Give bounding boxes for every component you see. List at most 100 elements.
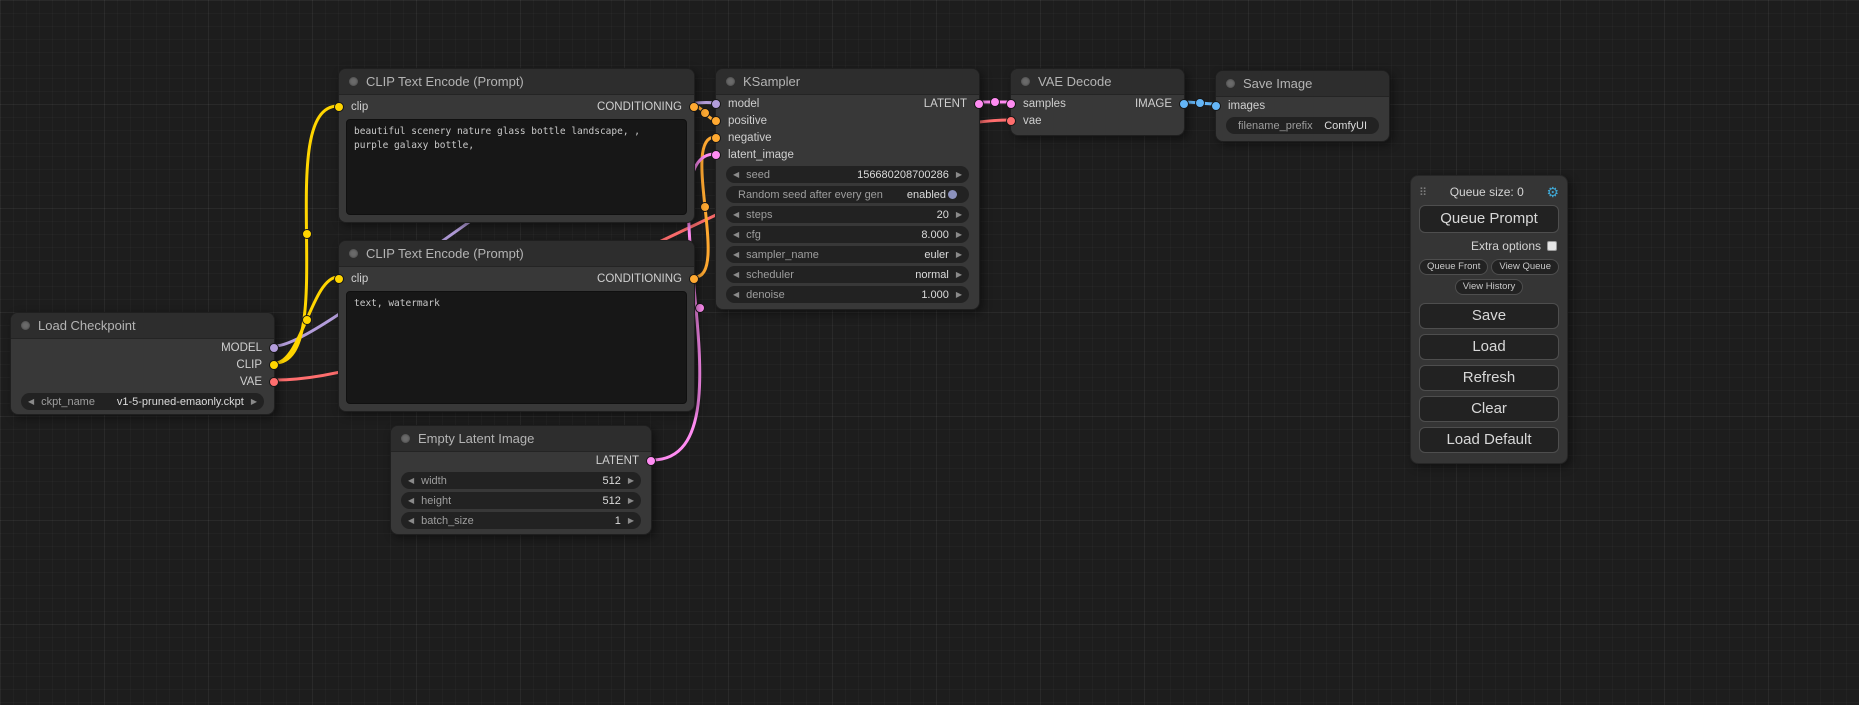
load-button[interactable]: Load bbox=[1419, 334, 1559, 360]
save-button[interactable]: Save bbox=[1419, 303, 1559, 329]
widget-label: batch_size bbox=[421, 515, 474, 527]
decrement-arrow-icon[interactable]: ◀ bbox=[733, 231, 739, 239]
widget-filename-prefix[interactable]: filename_prefix ComfyUI bbox=[1226, 117, 1379, 134]
widget-cfg[interactable]: ◀ cfg 8.000 ▶ bbox=[726, 226, 969, 243]
output-port-model[interactable] bbox=[269, 343, 279, 353]
decrement-arrow-icon[interactable]: ◀ bbox=[28, 398, 34, 406]
output-port-latent[interactable] bbox=[646, 456, 656, 466]
input-port-clip[interactable] bbox=[334, 274, 344, 284]
prompt-text-area[interactable]: beautiful scenery nature glass bottle la… bbox=[346, 119, 687, 215]
node-titlebar[interactable]: CLIP Text Encode (Prompt) bbox=[339, 69, 694, 95]
increment-arrow-icon[interactable]: ▶ bbox=[956, 211, 962, 219]
widget-scheduler[interactable]: ◀ scheduler normal ▶ bbox=[726, 266, 969, 283]
view-history-button[interactable]: View History bbox=[1455, 279, 1524, 295]
node-graph-canvas[interactable]: Load Checkpoint MODEL CLIP VAE ◀ ckpt_na… bbox=[0, 0, 1859, 705]
widget-value: 156680208700286 bbox=[857, 169, 949, 181]
slot-label: MODEL bbox=[221, 342, 262, 354]
decrement-arrow-icon[interactable]: ◀ bbox=[408, 497, 414, 505]
queue-prompt-button[interactable]: Queue Prompt bbox=[1419, 205, 1559, 233]
node-titlebar[interactable]: Load Checkpoint bbox=[11, 313, 274, 339]
decrement-arrow-icon[interactable]: ◀ bbox=[733, 291, 739, 299]
input-port-clip[interactable] bbox=[334, 102, 344, 112]
node-save-image[interactable]: Save Image images filename_prefix ComfyU… bbox=[1215, 70, 1390, 142]
input-port-latent-image[interactable] bbox=[711, 150, 721, 160]
widget-label: seed bbox=[746, 169, 770, 181]
queue-size-label: Queue size: bbox=[1450, 185, 1514, 199]
decrement-arrow-icon[interactable]: ◀ bbox=[733, 251, 739, 259]
node-title: VAE Decode bbox=[1038, 74, 1111, 89]
input-port-samples[interactable] bbox=[1006, 99, 1016, 109]
extra-options-checkbox[interactable] bbox=[1547, 241, 1557, 251]
widget-width[interactable]: ◀ width 512 ▶ bbox=[401, 472, 641, 489]
settings-gear-icon[interactable]: ⚙ bbox=[1546, 185, 1559, 199]
increment-arrow-icon[interactable]: ▶ bbox=[628, 497, 634, 505]
node-status-dot bbox=[21, 321, 30, 330]
widget-label: denoise bbox=[746, 289, 785, 301]
node-clip-text-encode-negative[interactable]: CLIP Text Encode (Prompt) clip CONDITION… bbox=[338, 240, 695, 412]
widget-value: normal bbox=[915, 269, 949, 281]
widget-ckpt-name[interactable]: ◀ ckpt_name v1-5-pruned-emaonly.ckpt ▶ bbox=[21, 393, 264, 410]
output-port-image[interactable] bbox=[1179, 99, 1189, 109]
widget-label: Random seed after every gen bbox=[738, 189, 883, 201]
widget-batch-size[interactable]: ◀ batch_size 1 ▶ bbox=[401, 512, 641, 529]
output-port-latent[interactable] bbox=[974, 99, 984, 109]
output-port-conditioning[interactable] bbox=[689, 102, 699, 112]
widget-seed[interactable]: ◀ seed 156680208700286 ▶ bbox=[726, 166, 969, 183]
node-ksampler[interactable]: KSampler model LATENT positive negative … bbox=[715, 68, 980, 310]
widget-value: 1 bbox=[615, 515, 621, 527]
node-clip-text-encode-positive[interactable]: CLIP Text Encode (Prompt) clip CONDITION… bbox=[338, 68, 695, 223]
widget-control-after-generate[interactable]: Random seed after every gen enabled bbox=[726, 186, 969, 203]
increment-arrow-icon[interactable]: ▶ bbox=[628, 517, 634, 525]
increment-arrow-icon[interactable]: ▶ bbox=[628, 477, 634, 485]
increment-arrow-icon[interactable]: ▶ bbox=[956, 271, 962, 279]
load-default-button[interactable]: Load Default bbox=[1419, 427, 1559, 453]
widget-sampler-name[interactable]: ◀ sampler_name euler ▶ bbox=[726, 246, 969, 263]
node-titlebar[interactable]: Empty Latent Image bbox=[391, 426, 651, 452]
input-port-vae[interactable] bbox=[1006, 116, 1016, 126]
node-title: CLIP Text Encode (Prompt) bbox=[366, 246, 524, 261]
output-port-vae[interactable] bbox=[269, 377, 279, 387]
widget-height[interactable]: ◀ height 512 ▶ bbox=[401, 492, 641, 509]
link-dot-clip-negative bbox=[303, 316, 312, 325]
decrement-arrow-icon[interactable]: ◀ bbox=[733, 211, 739, 219]
node-titlebar[interactable]: VAE Decode bbox=[1011, 69, 1184, 95]
extra-options-label: Extra options bbox=[1471, 239, 1541, 253]
node-titlebar[interactable]: KSampler bbox=[716, 69, 979, 95]
prompt-text-area[interactable]: text, watermark bbox=[346, 291, 687, 404]
node-empty-latent-image[interactable]: Empty Latent Image LATENT ◀ width 512 ▶ … bbox=[390, 425, 652, 535]
widget-steps[interactable]: ◀ steps 20 ▶ bbox=[726, 206, 969, 223]
node-titlebar[interactable]: Save Image bbox=[1216, 71, 1389, 97]
clear-button[interactable]: Clear bbox=[1419, 396, 1559, 422]
node-vae-decode[interactable]: VAE Decode samples IMAGE vae bbox=[1010, 68, 1185, 136]
decrement-arrow-icon[interactable]: ◀ bbox=[733, 171, 739, 179]
decrement-arrow-icon[interactable]: ◀ bbox=[408, 517, 414, 525]
drag-handle-icon[interactable]: ⠿ bbox=[1419, 186, 1427, 199]
node-status-dot bbox=[726, 77, 735, 86]
node-status-dot bbox=[401, 434, 410, 443]
increment-arrow-icon[interactable]: ▶ bbox=[956, 251, 962, 259]
queue-actions-row: Queue Front View Queue bbox=[1419, 259, 1559, 275]
increment-arrow-icon[interactable]: ▶ bbox=[251, 398, 257, 406]
output-port-conditioning[interactable] bbox=[689, 274, 699, 284]
input-port-model[interactable] bbox=[711, 99, 721, 109]
node-title: KSampler bbox=[743, 74, 800, 89]
slot-label: VAE bbox=[240, 376, 262, 388]
refresh-button[interactable]: Refresh bbox=[1419, 365, 1559, 391]
view-queue-button[interactable]: View Queue bbox=[1491, 259, 1559, 275]
input-port-negative[interactable] bbox=[711, 133, 721, 143]
decrement-arrow-icon[interactable]: ◀ bbox=[408, 477, 414, 485]
node-load-checkpoint[interactable]: Load Checkpoint MODEL CLIP VAE ◀ ckpt_na… bbox=[10, 312, 275, 415]
input-port-images[interactable] bbox=[1211, 101, 1221, 111]
toggle-dot-icon[interactable] bbox=[948, 190, 957, 199]
widget-denoise[interactable]: ◀ denoise 1.000 ▶ bbox=[726, 286, 969, 303]
increment-arrow-icon[interactable]: ▶ bbox=[956, 171, 962, 179]
node-status-dot bbox=[1021, 77, 1030, 86]
increment-arrow-icon[interactable]: ▶ bbox=[956, 291, 962, 299]
queue-front-button[interactable]: Queue Front bbox=[1419, 259, 1488, 275]
node-titlebar[interactable]: CLIP Text Encode (Prompt) bbox=[339, 241, 694, 267]
increment-arrow-icon[interactable]: ▶ bbox=[956, 231, 962, 239]
output-port-clip[interactable] bbox=[269, 360, 279, 370]
decrement-arrow-icon[interactable]: ◀ bbox=[733, 271, 739, 279]
widget-label: height bbox=[421, 495, 451, 507]
input-port-positive[interactable] bbox=[711, 116, 721, 126]
